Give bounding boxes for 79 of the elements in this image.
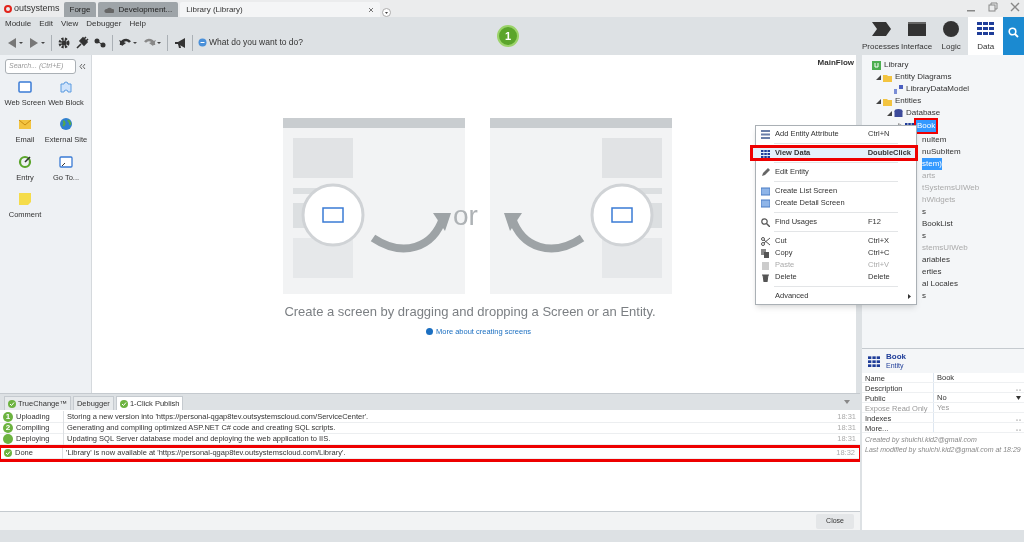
window-icon [905, 19, 928, 39]
puzzle-icon [59, 80, 73, 94]
database-icon [894, 108, 903, 118]
chevron-icon [869, 19, 892, 39]
menu-item[interactable]: Debugger [86, 17, 122, 30]
copy-icon [761, 248, 770, 258]
cloud-icon [104, 6, 115, 13]
document-tab[interactable]: Library (Library) [180, 2, 381, 17]
clipboard-icon [761, 260, 770, 270]
megaphone-icon [173, 35, 187, 50]
logo-icon [4, 4, 12, 13]
tree-item[interactable]: s [922, 230, 926, 242]
search-icon [1008, 27, 1019, 38]
tree-item[interactable]: Library [883, 59, 910, 71]
tree-item[interactable]: nuItem [922, 134, 947, 146]
tree-item[interactable]: s [922, 206, 926, 218]
tree-item[interactable]: erties [922, 266, 942, 278]
flow-label: MainFlow [817, 57, 854, 69]
module-icon [872, 60, 881, 70]
search-icon [761, 217, 770, 227]
tree-item[interactable]: nuSubItem [922, 146, 961, 158]
note-icon [18, 191, 32, 206]
gear-icon [57, 35, 71, 50]
tree-item[interactable]: s [922, 290, 926, 302]
layer-tab[interactable]: Logic [933, 17, 969, 55]
tree-item[interactable]: Entity Diagrams [894, 71, 953, 83]
step-icon [3, 434, 13, 444]
check-icon [4, 449, 12, 457]
document-tab[interactable]: Development... [98, 2, 179, 17]
step-number: 1 [3, 412, 13, 422]
hint-text: Create a screen by dragging and dropping a Screen or an Entity. [283, 303, 657, 321]
forward-icon [28, 35, 46, 50]
submenu-icon [908, 293, 911, 299]
search-button[interactable] [1003, 17, 1024, 55]
dropdown-icon [1016, 395, 1021, 400]
pencil-icon [761, 167, 770, 177]
menu-item[interactable]: View [61, 17, 79, 30]
or-label: or [453, 199, 478, 233]
folder-icon [883, 96, 892, 106]
tree-item[interactable]: LibraryDataModel [905, 83, 971, 95]
table-icon [761, 148, 770, 158]
command-search-field[interactable]: What do you want to do? [198, 36, 304, 49]
diagram-icon [894, 84, 903, 94]
scissors-icon [761, 236, 770, 246]
plug-icon [75, 35, 89, 50]
layer-tab[interactable]: Processes [862, 17, 900, 55]
list-icon [761, 129, 770, 139]
close-icon [368, 6, 375, 13]
menu-item[interactable]: Help [129, 17, 146, 30]
screen-icon [18, 80, 32, 94]
dropdown-icon [844, 400, 850, 405]
check-icon [119, 399, 128, 408]
table-icon [865, 355, 883, 367]
tree-item[interactable]: al Locales [922, 278, 959, 290]
restore-icon[interactable] [988, 2, 998, 12]
globe-icon [59, 117, 73, 132]
check-icon [8, 399, 16, 408]
envelope-icon [18, 117, 32, 132]
close-icon[interactable] [1010, 2, 1020, 12]
trash-icon [761, 272, 770, 282]
back-icon [6, 35, 24, 50]
layer-tab[interactable]: Data [968, 17, 1003, 55]
target-icon [18, 154, 32, 169]
logo-text: outsystems [14, 1, 60, 15]
document-tab[interactable]: Forge [63, 2, 97, 17]
menu-item[interactable]: Module [5, 17, 32, 30]
tree-item[interactable]: Database [905, 107, 942, 119]
step-number: 2 [3, 423, 13, 433]
folder-icon [883, 72, 892, 82]
layer-tab[interactable]: Interface [899, 17, 934, 55]
goto-icon [59, 154, 73, 169]
entity-title: Book [886, 352, 906, 361]
tree-item[interactable]: Entities [894, 95, 923, 107]
dropdown-icon [382, 8, 392, 17]
menu-item[interactable]: Edit [39, 17, 54, 30]
tree-item[interactable]: ariables [922, 254, 950, 266]
help-icon [426, 328, 433, 336]
collapse-icon [79, 63, 86, 70]
tree-item[interactable]: BookList [922, 218, 953, 230]
